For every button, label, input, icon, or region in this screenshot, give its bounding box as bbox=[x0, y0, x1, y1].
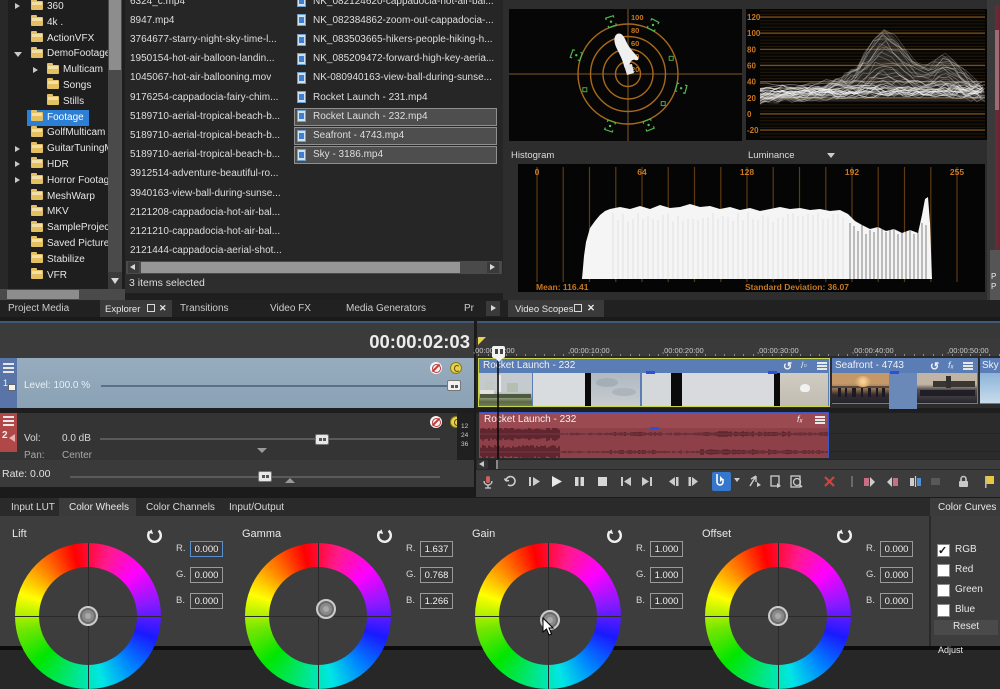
svg-text:0: 0 bbox=[747, 110, 752, 119]
svg-text:Standard Deviation: 36.07: Standard Deviation: 36.07 bbox=[745, 282, 849, 292]
svg-text:64: 64 bbox=[637, 167, 647, 177]
svg-text:40: 40 bbox=[747, 78, 756, 87]
svg-text:255: 255 bbox=[950, 167, 964, 177]
svg-text:0: 0 bbox=[535, 167, 540, 177]
svg-text:60: 60 bbox=[747, 61, 756, 70]
svg-text:Mean: 116.41: Mean: 116.41 bbox=[536, 282, 589, 292]
svg-text:80: 80 bbox=[747, 45, 756, 54]
svg-text:100: 100 bbox=[631, 13, 644, 22]
svg-text:80: 80 bbox=[631, 26, 639, 35]
svg-text:192: 192 bbox=[845, 167, 859, 177]
svg-text:100: 100 bbox=[747, 29, 761, 38]
svg-text:-20: -20 bbox=[747, 126, 759, 135]
svg-text:60: 60 bbox=[631, 39, 639, 48]
svg-text:128: 128 bbox=[740, 167, 754, 177]
svg-text:120: 120 bbox=[747, 13, 761, 22]
svg-text:20: 20 bbox=[747, 94, 756, 103]
